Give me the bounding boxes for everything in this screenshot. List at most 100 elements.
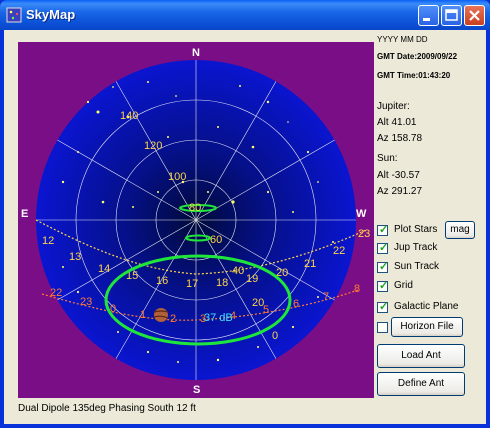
sun-hour-label: 13: [69, 251, 81, 263]
compass-south: S: [193, 384, 200, 396]
star: [86, 100, 90, 104]
star: [216, 358, 220, 362]
compass-west: W: [356, 208, 367, 220]
plot-stars-label: Plot Stars: [394, 224, 438, 235]
sun-hour-label: 22: [333, 245, 345, 257]
contour-db-label: 37 dB: [204, 312, 233, 324]
jup-hour-label: 22: [50, 287, 62, 299]
jupiter-marker: [153, 308, 169, 322]
checkbox-box[interactable]: ✓: [377, 224, 389, 236]
checkbox-box[interactable]: ✓: [377, 242, 389, 254]
compass-east: E: [21, 208, 28, 220]
star: [317, 296, 319, 298]
sun-hour-label: 12: [42, 235, 54, 247]
star: [239, 85, 241, 87]
sun-hour-label: 18: [216, 277, 228, 289]
info-panel: YYYY MM DD GMT Date:2009/09/22 GMT Time:…: [377, 30, 487, 400]
star: [96, 110, 100, 114]
check-icon: ✓: [379, 280, 389, 292]
maximize-icon: [445, 9, 458, 21]
gmt-date: GMT Date:2009/09/22: [377, 52, 458, 61]
alt-label: 80: [189, 202, 201, 214]
minimize-button[interactable]: [418, 5, 439, 26]
star: [77, 151, 79, 153]
star: [266, 100, 270, 104]
star: [332, 241, 334, 243]
status-text: Dual Dipole 135deg Phasing South 12 ft: [18, 403, 196, 414]
star: [101, 200, 105, 204]
sun-hour-label: 16: [156, 275, 168, 287]
minimize-icon: [423, 18, 430, 21]
alt-label: 20: [252, 297, 264, 309]
jupiter-az: Az 158.78: [377, 133, 423, 144]
alt-label: 100: [168, 171, 186, 183]
jup-track-label: Jup Track: [394, 242, 438, 253]
sun-hour-label: 21: [304, 258, 316, 270]
title-bar[interactable]: SkyMap: [0, 0, 490, 30]
star: [177, 361, 179, 363]
check-icon: ✓: [379, 301, 389, 313]
jupiter-disc: [154, 308, 168, 322]
check-icon: ✓: [379, 224, 389, 236]
star: [146, 350, 150, 354]
star: [251, 145, 255, 149]
alt-label: 120: [144, 140, 162, 152]
mag-button[interactable]: mag: [445, 221, 475, 239]
alt-label: 0: [272, 330, 278, 342]
star: [147, 81, 149, 83]
star: [61, 180, 65, 184]
compass-north: N: [192, 47, 200, 59]
app-icon: [6, 7, 22, 23]
checkbox-box[interactable]: ✓: [377, 301, 389, 313]
check-icon: ✓: [379, 242, 389, 254]
sun-hour-label: 19: [246, 273, 258, 285]
star: [317, 181, 319, 183]
grid-label: Grid: [394, 280, 413, 291]
sun-alt: Alt -30.57: [377, 170, 420, 181]
checkbox-box[interactable]: ✓: [377, 280, 389, 292]
jupiter-alt: Alt 41.01: [377, 117, 417, 128]
sun-hour-label: 23: [358, 228, 370, 240]
jup-hour-label: 23: [80, 296, 92, 308]
checkbox-box[interactable]: ✓: [377, 261, 389, 273]
galactic-plane-label: Galactic Plane: [394, 301, 459, 312]
jupiter-title: Jupiter:: [377, 101, 410, 112]
maximize-button[interactable]: [441, 5, 462, 26]
check-icon: ✓: [379, 261, 389, 273]
star: [175, 95, 177, 97]
sun-az: Az 291.27: [377, 186, 423, 197]
horizon-file-button[interactable]: Horizon File: [391, 317, 463, 337]
star: [266, 190, 270, 194]
jup-hour-label: 1: [140, 309, 146, 321]
sun-track-label: Sun Track: [394, 261, 440, 272]
jup-hour-label: 2: [170, 313, 176, 325]
alt-label: 140: [120, 110, 138, 122]
load-ant-button[interactable]: Load Ant: [377, 344, 465, 368]
jup-hour-label: 8: [354, 283, 360, 295]
star: [112, 86, 114, 88]
star: [132, 206, 134, 208]
window-title: SkyMap: [26, 7, 76, 22]
date-format-label: YYYY MM DD: [377, 35, 428, 44]
alt-label: 60: [210, 234, 222, 246]
close-icon: [469, 10, 480, 21]
sun-title: Sun:: [377, 153, 398, 164]
define-ant-button[interactable]: Define Ant: [377, 372, 465, 396]
star: [231, 200, 235, 204]
sun-hour-label: 17: [186, 278, 198, 290]
skymap-window: SkyMap 12 13 14 15 16 17 18 19 20 21 22 …: [0, 0, 490, 428]
star: [207, 191, 209, 193]
checkbox-box[interactable]: [377, 322, 388, 333]
star: [157, 191, 159, 193]
alt-label: 40: [232, 265, 244, 277]
star: [292, 211, 294, 213]
jup-hour-label: 6: [293, 298, 299, 310]
star: [306, 150, 310, 154]
sky-map[interactable]: 12 13 14 15 16 17 18 19 20 21 22 23 22 2…: [18, 42, 374, 398]
star: [167, 136, 169, 138]
close-button[interactable]: [464, 5, 485, 26]
star: [287, 121, 289, 123]
star: [76, 290, 80, 294]
star: [117, 331, 119, 333]
jup-hour-label: 7: [323, 291, 329, 303]
